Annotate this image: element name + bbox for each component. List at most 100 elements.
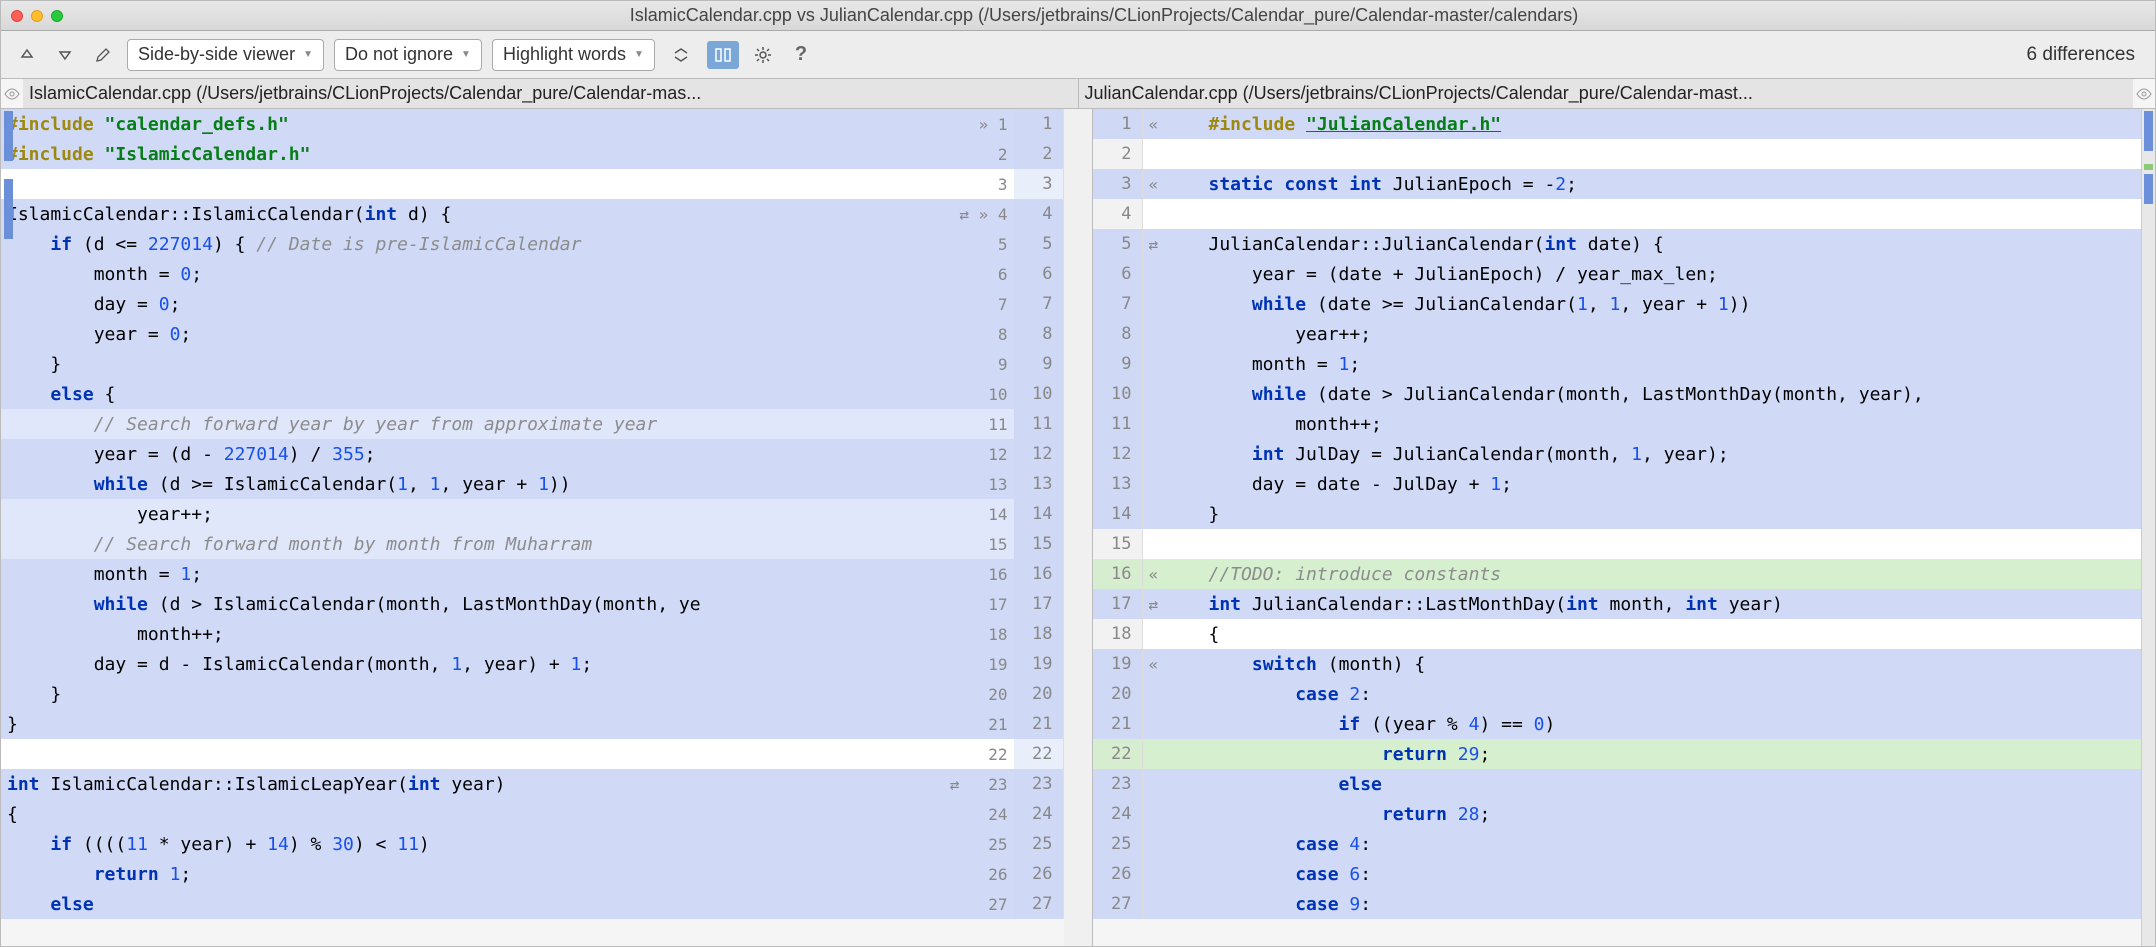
prev-diff-button[interactable] (13, 41, 41, 69)
code-line[interactable]: year = (date + JulianEpoch) / year_max_l… (1203, 259, 2156, 289)
code-line[interactable]: switch (month) { (1203, 649, 2156, 679)
diff-action[interactable] (1143, 199, 1203, 229)
code-line[interactable]: #include "JulianCalendar.h" (1203, 109, 2156, 139)
code-line[interactable]: int JulianCalendar::LastMonthDay(int mon… (1203, 589, 2156, 619)
diff-action[interactable]: 11 (954, 409, 1014, 439)
diff-action[interactable]: 13 (954, 469, 1014, 499)
code-line[interactable] (1, 169, 954, 199)
code-line[interactable]: year++; (1, 499, 954, 529)
code-line[interactable]: return 1; (1, 859, 954, 889)
diff-action[interactable] (1143, 379, 1203, 409)
diff-action[interactable]: 10 (954, 379, 1014, 409)
code-line[interactable]: // Search forward year by year from appr… (1, 409, 954, 439)
diff-action[interactable]: « (1143, 559, 1203, 589)
close-window-button[interactable] (11, 10, 23, 22)
code-line[interactable]: #include "IslamicCalendar.h" (1, 139, 954, 169)
code-line[interactable]: year = 0; (1, 319, 954, 349)
code-line[interactable]: year = (d - 227014) / 355; (1, 439, 954, 469)
code-line[interactable]: if ((year % 4) == 0) (1203, 709, 2156, 739)
diff-action[interactable]: 3 (954, 169, 1014, 199)
diff-action[interactable] (1143, 679, 1203, 709)
code-line[interactable]: } (1, 709, 954, 739)
code-line[interactable]: while (d >= IslamicCalendar(1, 1, year +… (1, 469, 954, 499)
diff-action[interactable]: 17 (954, 589, 1014, 619)
diff-action[interactable] (1143, 709, 1203, 739)
code-line[interactable]: { (1203, 619, 2156, 649)
code-line[interactable]: else { (1, 379, 954, 409)
diff-action[interactable] (1143, 259, 1203, 289)
code-line[interactable] (1, 739, 954, 769)
code-line[interactable]: if ((((11 * year) + 14) % 30) < 11) (1, 829, 954, 859)
diff-action[interactable]: 25 (954, 829, 1014, 859)
left-file-path[interactable]: IslamicCalendar.cpp (/Users/jetbrains/CL… (23, 79, 1078, 108)
code-line[interactable]: int JulDay = JulianCalendar(month, 1, ye… (1203, 439, 2156, 469)
right-code[interactable]: 1234567891011121314151617181920212223242… (1093, 109, 2156, 946)
code-line[interactable]: //TODO: introduce constants (1203, 559, 2156, 589)
diff-action[interactable] (1143, 289, 1203, 319)
code-line[interactable]: case 9: (1203, 889, 2156, 919)
code-line[interactable]: while (d > IslamicCalendar(month, LastMo… (1, 589, 954, 619)
code-line[interactable]: month = 1; (1, 559, 954, 589)
diff-action[interactable]: 2 (954, 139, 1014, 169)
code-line[interactable]: day = d - IslamicCalendar(month, 1, year… (1, 649, 954, 679)
code-line[interactable]: month = 0; (1, 259, 954, 289)
code-line[interactable]: case 4: (1203, 829, 2156, 859)
code-line[interactable]: day = 0; (1, 289, 954, 319)
collapse-unchanged-toggle[interactable] (665, 41, 697, 69)
ignore-mode-dropdown[interactable]: Do not ignore ▼ (334, 39, 482, 71)
next-diff-button[interactable] (51, 41, 79, 69)
code-line[interactable]: } (1, 679, 954, 709)
diff-action[interactable]: 19 (954, 649, 1014, 679)
highlight-mode-dropdown[interactable]: Highlight words ▼ (492, 39, 655, 71)
diff-action[interactable] (1143, 139, 1203, 169)
code-line[interactable]: JulianCalendar::JulianCalendar(int date)… (1203, 229, 2156, 259)
diff-action[interactable]: « (1143, 109, 1203, 139)
diff-action[interactable]: « (1143, 169, 1203, 199)
code-line[interactable]: { (1, 799, 954, 829)
code-line[interactable]: // Search forward month by month from Mu… (1, 529, 954, 559)
code-line[interactable] (1203, 139, 2156, 169)
code-line[interactable]: int IslamicCalendar::IslamicLeapYear(int… (1, 769, 954, 799)
edit-button[interactable] (89, 41, 117, 69)
diff-action[interactable]: 18 (954, 619, 1014, 649)
code-line[interactable]: while (date > JulianCalendar(month, Last… (1203, 379, 2156, 409)
diff-action[interactable]: 16 (954, 559, 1014, 589)
settings-button[interactable] (749, 41, 777, 69)
code-line[interactable]: return 28; (1203, 799, 2156, 829)
code-line[interactable]: } (1, 349, 954, 379)
diff-action[interactable]: « (1143, 649, 1203, 679)
code-line[interactable]: else (1, 889, 954, 919)
diff-action[interactable] (1143, 619, 1203, 649)
help-button[interactable]: ? (787, 41, 815, 69)
code-line[interactable] (1203, 529, 2156, 559)
diff-action[interactable] (1143, 439, 1203, 469)
zoom-window-button[interactable] (51, 10, 63, 22)
diff-action[interactable]: 9 (954, 349, 1014, 379)
diff-action[interactable]: 7 (954, 289, 1014, 319)
diff-action[interactable] (1143, 499, 1203, 529)
diff-action[interactable] (1143, 739, 1203, 769)
code-line[interactable]: #include "calendar_defs.h" (1, 109, 954, 139)
diff-action[interactable] (1143, 769, 1203, 799)
code-line[interactable]: static const int JulianEpoch = -2; (1203, 169, 2156, 199)
diff-action[interactable] (1143, 469, 1203, 499)
code-line[interactable]: case 2: (1203, 679, 2156, 709)
diff-action[interactable]: ⇄ (1143, 229, 1203, 259)
diff-action[interactable]: ⇄ » 4 (954, 199, 1014, 229)
diff-action[interactable] (1143, 409, 1203, 439)
diff-action[interactable]: 5 (954, 229, 1014, 259)
diff-action[interactable]: 6 (954, 259, 1014, 289)
code-line[interactable] (1203, 199, 2156, 229)
diff-action[interactable]: 8 (954, 319, 1014, 349)
diff-action[interactable] (1143, 349, 1203, 379)
code-line[interactable]: month++; (1203, 409, 2156, 439)
diff-action[interactable] (1143, 889, 1203, 919)
diff-action[interactable]: 22 (954, 739, 1014, 769)
code-line[interactable]: month = 1; (1203, 349, 2156, 379)
right-file-path[interactable]: JulianCalendar.cpp (/Users/jetbrains/CLi… (1078, 79, 2134, 108)
code-line[interactable]: month++; (1, 619, 954, 649)
diff-action[interactable]: 15 (954, 529, 1014, 559)
diff-action[interactable] (1143, 529, 1203, 559)
left-code[interactable]: #include "calendar_defs.h"#include "Isla… (1, 109, 1064, 946)
code-line[interactable]: } (1203, 499, 2156, 529)
